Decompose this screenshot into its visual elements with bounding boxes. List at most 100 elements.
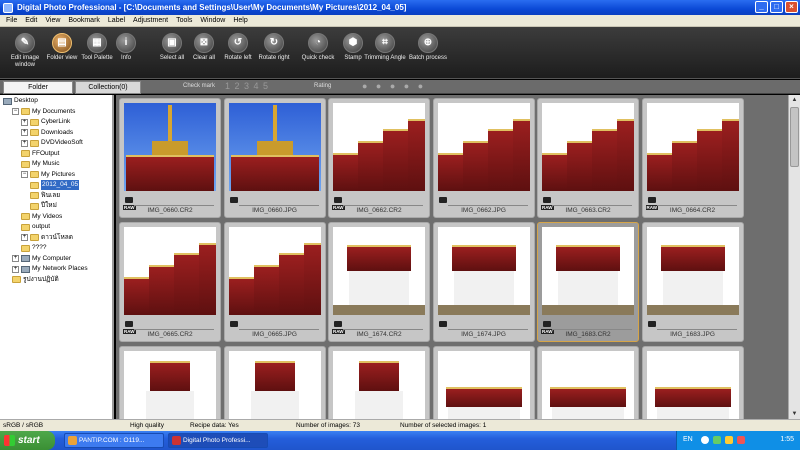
menu-adjustment[interactable]: Adjustment bbox=[129, 17, 172, 24]
thumbnail-card[interactable] bbox=[328, 346, 430, 419]
thumbnail-image[interactable] bbox=[437, 351, 530, 419]
menu-file[interactable]: File bbox=[2, 17, 21, 24]
tree-item[interactable]: 2012_04_05 bbox=[30, 180, 80, 190]
tree-item[interactable]: − My Pictures bbox=[21, 170, 75, 180]
vertical-scrollbar[interactable]: ▲ ▼ bbox=[788, 95, 800, 419]
tree-item[interactable]: + My Network Places bbox=[12, 264, 88, 274]
collapse-icon[interactable]: − bbox=[12, 108, 19, 115]
thumbnail-image[interactable] bbox=[228, 351, 321, 419]
thumbnail-card[interactable]: RAW IMG_0665.CR2 bbox=[119, 222, 221, 342]
taskbar-item-pantip[interactable]: PANTIP.COM : O119... bbox=[64, 433, 164, 448]
camera-icon bbox=[125, 197, 133, 203]
tree-item[interactable]: + My Computer bbox=[12, 254, 71, 264]
tree-item[interactable]: My Videos bbox=[21, 212, 62, 222]
tree-item[interactable]: รูปงานปฏิบัติ bbox=[12, 275, 59, 285]
thumbnail-card[interactable]: IMG_1683.JPG bbox=[641, 222, 744, 342]
expand-icon[interactable]: + bbox=[12, 255, 19, 262]
tab-collection[interactable]: Collection(0) bbox=[75, 81, 141, 94]
thumbnail-card[interactable] bbox=[223, 346, 326, 419]
menu-label[interactable]: Label bbox=[104, 17, 129, 24]
thumbnail-image[interactable] bbox=[542, 103, 634, 191]
thumbnail-image[interactable] bbox=[646, 227, 739, 315]
start-button[interactable]: start bbox=[0, 431, 55, 450]
scroll-thumb[interactable] bbox=[790, 107, 799, 167]
thumbnail-card[interactable]: IMG_0660.JPG bbox=[223, 98, 326, 218]
language-indicator[interactable]: EN bbox=[683, 436, 693, 443]
thumbnail-card[interactable]: RAW IMG_0664.CR2 bbox=[641, 98, 744, 218]
thumbnail-image[interactable] bbox=[228, 227, 321, 315]
batch-process-button[interactable]: ⊕ Batch process bbox=[406, 31, 450, 62]
thumbnail-image[interactable] bbox=[646, 351, 739, 419]
expand-icon[interactable]: + bbox=[12, 265, 19, 273]
camera-icon bbox=[543, 321, 551, 327]
network-tray-icon[interactable] bbox=[701, 436, 709, 444]
tree-item[interactable]: ฟินเลย bbox=[30, 191, 60, 201]
menu-bookmark[interactable]: Bookmark bbox=[64, 17, 104, 24]
expand-icon[interactable]: + bbox=[21, 129, 28, 136]
check-mark-label: Check mark bbox=[183, 83, 216, 89]
trimming-angle-button[interactable]: ⌗ Trimming Angle bbox=[363, 31, 407, 62]
thumbnail-card[interactable]: RAW IMG_0662.CR2 bbox=[328, 98, 430, 218]
volume-tray-icon[interactable] bbox=[725, 436, 733, 444]
thumbnail-card[interactable] bbox=[537, 346, 639, 419]
info-button[interactable]: i Info bbox=[104, 31, 148, 62]
thumbnail-card[interactable]: RAW IMG_0663.CR2 bbox=[537, 98, 639, 218]
thumbnail-card[interactable]: RAW IMG_1683.CR2 bbox=[537, 222, 639, 342]
thumbnail-card[interactable] bbox=[432, 346, 535, 419]
thumbnail-image[interactable] bbox=[228, 103, 321, 191]
tree-item[interactable]: output bbox=[21, 222, 50, 232]
expand-icon[interactable]: + bbox=[21, 118, 28, 126]
menu-view[interactable]: View bbox=[41, 17, 64, 24]
taskbar-item-label: Digital Photo Professi... bbox=[183, 437, 251, 444]
thumbnail-card[interactable]: IMG_0665.JPG bbox=[223, 222, 326, 342]
thumbnail-image[interactable] bbox=[124, 351, 216, 419]
tree-item[interactable]: FFOutput bbox=[21, 149, 59, 159]
rotate-right-button[interactable]: ↻ Rotate right bbox=[252, 31, 296, 62]
tree-item[interactable]: ปีใหม่ bbox=[30, 201, 57, 211]
thumbnail-card[interactable]: RAW IMG_1674.CR2 bbox=[328, 222, 430, 342]
clock[interactable]: 1:55 bbox=[780, 436, 794, 443]
thumbnail-image[interactable] bbox=[437, 227, 530, 315]
thumbnail-image[interactable] bbox=[542, 227, 634, 315]
check-mark-values[interactable]: 1 2 3 4 5 bbox=[225, 81, 269, 91]
thumbnail-image[interactable] bbox=[646, 103, 739, 191]
thumbnail-image[interactable] bbox=[124, 227, 216, 315]
thumbnail-card[interactable]: IMG_1674.JPG bbox=[432, 222, 535, 342]
rating-dots[interactable]: ● ● ● ● ● bbox=[362, 81, 426, 91]
menu-edit[interactable]: Edit bbox=[21, 17, 41, 24]
menu-tools[interactable]: Tools bbox=[172, 17, 196, 24]
expand-icon[interactable]: + bbox=[21, 234, 28, 241]
tree-item[interactable]: + DVDVideoSoft bbox=[21, 138, 83, 148]
tab-folder[interactable]: Folder bbox=[3, 81, 73, 94]
tree-item[interactable]: Desktop bbox=[3, 96, 38, 106]
thumbnail-image[interactable] bbox=[124, 103, 216, 191]
minimize-button[interactable]: _ bbox=[755, 1, 768, 13]
tree-item[interactable]: − My Documents bbox=[12, 107, 75, 117]
maximize-button[interactable]: □ bbox=[770, 1, 783, 13]
recipe-status: Recipe data: Yes bbox=[190, 422, 239, 429]
thumbnail-image[interactable] bbox=[542, 351, 634, 419]
thumbnail-image[interactable] bbox=[333, 351, 425, 419]
thumbnail-image[interactable] bbox=[333, 103, 425, 191]
tree-item[interactable]: + CyberLink bbox=[21, 117, 70, 127]
thumbnail-card[interactable]: IMG_0662.JPG bbox=[432, 98, 535, 218]
expand-icon[interactable]: + bbox=[21, 139, 28, 147]
taskbar-item-dpp[interactable]: Digital Photo Professi... bbox=[168, 433, 268, 448]
collapse-icon[interactable]: − bbox=[21, 171, 28, 178]
menu-window[interactable]: Window bbox=[196, 17, 229, 24]
thumbnail-image[interactable] bbox=[437, 103, 530, 191]
thumbnail-card[interactable] bbox=[119, 346, 221, 419]
scroll-down-icon[interactable]: ▼ bbox=[790, 409, 799, 419]
scroll-up-icon[interactable]: ▲ bbox=[790, 95, 799, 105]
update-tray-icon[interactable] bbox=[737, 436, 745, 444]
thumbnail-image[interactable] bbox=[333, 227, 425, 315]
thumbnail-card[interactable] bbox=[641, 346, 744, 419]
tree-item[interactable]: ???? bbox=[21, 243, 46, 253]
thumbnail-card[interactable]: RAW IMG_0660.CR2 bbox=[119, 98, 221, 218]
tree-item[interactable]: + ดาวน์โหลด bbox=[21, 233, 73, 243]
tree-item[interactable]: My Music bbox=[21, 159, 59, 169]
security-tray-icon[interactable] bbox=[713, 436, 721, 444]
menu-help[interactable]: Help bbox=[229, 17, 251, 24]
close-button[interactable]: × bbox=[785, 1, 798, 13]
tree-item[interactable]: + Downloads bbox=[21, 128, 73, 138]
